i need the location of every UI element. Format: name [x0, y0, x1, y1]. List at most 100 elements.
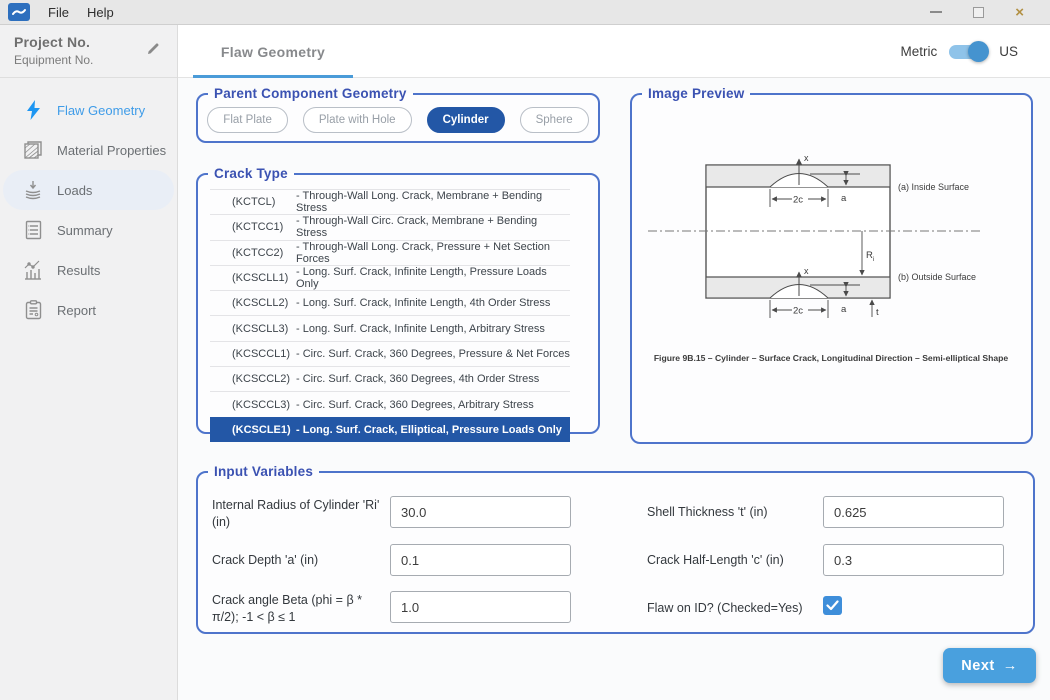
- crack-code: (KCSCCL1): [232, 348, 296, 360]
- sidebar: Project No. Equipment No. Flaw Geometry …: [0, 25, 178, 700]
- app-icon: [8, 3, 30, 21]
- input-variables-legend: Input Variables: [208, 464, 319, 479]
- sidebar-item-material-properties[interactable]: Material Properties: [3, 130, 174, 170]
- crack-desc: - Long. Surf. Crack, Infinite Length, Ar…: [296, 323, 545, 335]
- header: Flaw Geometry Metric US: [178, 25, 1050, 78]
- crack-type-row[interactable]: (KCSCLL1) - Long. Surf. Crack, Infinite …: [210, 265, 570, 290]
- menu-file[interactable]: File: [48, 5, 69, 20]
- menu-help[interactable]: Help: [87, 5, 114, 20]
- crack-code: (KCSCCL3): [232, 399, 296, 411]
- geometry-option-plate-with-hole[interactable]: Plate with Hole: [303, 107, 412, 133]
- crack-desc: - Through-Wall Circ. Crack, Membrane + B…: [296, 215, 570, 239]
- internal-radius-label: Internal Radius of Cylinder 'Ri' (in): [212, 497, 384, 531]
- crack-code: (KCSCLL1): [232, 272, 296, 284]
- crack-figure: x a 2c (a) Inside Surface R i (b) Outsid…: [632, 101, 1031, 441]
- parent-geometry-group: Parent Component Geometry Flat Plate Pla…: [196, 86, 600, 143]
- geometry-option-flat-plate[interactable]: Flat Plate: [207, 107, 288, 133]
- geometry-option-sphere[interactable]: Sphere: [520, 107, 589, 133]
- edit-pencil-icon[interactable]: [145, 41, 161, 62]
- crack-type-row[interactable]: (KCTCL) - Through-Wall Long. Crack, Memb…: [210, 189, 570, 214]
- crack-type-row[interactable]: (KCSCLL2) - Long. Surf. Crack, Infinite …: [210, 290, 570, 315]
- sidebar-item-label: Material Properties: [57, 143, 166, 158]
- equipment-number-label: Equipment No.: [14, 53, 165, 67]
- svg-text:(a) Inside Surface: (a) Inside Surface: [898, 182, 969, 192]
- metric-label: Metric: [900, 44, 937, 59]
- toggle-knob[interactable]: [968, 41, 989, 62]
- svg-text:Figure 9B.15 – Cylinder – Surf: Figure 9B.15 – Cylinder – Surface Crack,…: [654, 353, 1009, 363]
- sidebar-item-label: Report: [57, 303, 96, 318]
- crack-code: (KCSCCL2): [232, 373, 296, 385]
- results-icon: [22, 260, 44, 280]
- svg-text:x: x: [804, 153, 809, 163]
- crack-type-legend: Crack Type: [208, 166, 294, 181]
- image-preview-group: Image Preview x: [630, 86, 1033, 444]
- crack-code: (KCSCLL3): [232, 323, 296, 335]
- sidebar-item-report[interactable]: Report: [3, 290, 174, 330]
- crack-code: (KCTCC2): [232, 247, 296, 259]
- crack-depth-input[interactable]: [390, 544, 571, 576]
- tab-flaw-geometry[interactable]: Flaw Geometry: [193, 25, 353, 78]
- project-number-label: Project No.: [14, 34, 165, 50]
- sidebar-item-flaw-geometry[interactable]: Flaw Geometry: [3, 90, 174, 130]
- close-button[interactable]: ×: [1015, 5, 1024, 20]
- svg-text:a: a: [841, 304, 847, 315]
- crack-type-row[interactable]: (KCSCLL3) - Long. Surf. Crack, Infinite …: [210, 315, 570, 340]
- crack-desc: - Circ. Surf. Crack, 360 Degrees, Arbitr…: [296, 399, 534, 411]
- svg-text:x: x: [804, 266, 809, 276]
- crack-desc: - Circ. Surf. Crack, 360 Degrees, 4th Or…: [296, 373, 539, 385]
- crack-desc: - Through-Wall Long. Crack, Membrane + B…: [296, 190, 570, 214]
- svg-text:(b) Outside Surface: (b) Outside Surface: [898, 272, 976, 282]
- sidebar-item-summary[interactable]: Summary: [3, 210, 174, 250]
- next-button-label: Next: [961, 658, 994, 674]
- project-header: Project No. Equipment No.: [0, 25, 177, 78]
- crack-code: (KCSCLE1): [232, 424, 296, 436]
- crack-type-row[interactable]: (KCSCCL2) - Circ. Surf. Crack, 360 Degre…: [210, 366, 570, 391]
- next-button[interactable]: Next →: [943, 648, 1036, 683]
- image-preview-legend: Image Preview: [642, 86, 750, 101]
- main-content: Parent Component Geometry Flat Plate Pla…: [178, 78, 1050, 700]
- internal-radius-input[interactable]: [390, 496, 571, 528]
- checkbox-check-icon: [826, 600, 839, 611]
- crack-half-length-label: Crack Half-Length 'c' (in): [647, 552, 819, 569]
- sidebar-item-label: Summary: [57, 223, 113, 238]
- crack-half-length-input[interactable]: [823, 544, 1004, 576]
- maximize-button[interactable]: [973, 7, 984, 18]
- sidebar-nav: Flaw Geometry Material Properties Loads: [0, 78, 177, 330]
- sidebar-item-results[interactable]: Results: [3, 250, 174, 290]
- svg-text:a: a: [841, 193, 847, 204]
- report-icon: [22, 300, 44, 320]
- crack-desc: - Long. Surf. Crack, Elliptical, Pressur…: [296, 424, 562, 436]
- crack-code: (KCSCLL2): [232, 297, 296, 309]
- sidebar-item-loads[interactable]: Loads: [3, 170, 174, 210]
- flaw-on-id-label: Flaw on ID? (Checked=Yes): [647, 600, 819, 617]
- summary-icon: [22, 220, 44, 240]
- crack-angle-beta-label: Crack angle Beta (phi = β * π/2); -1 < β…: [212, 592, 390, 626]
- crack-type-row[interactable]: (KCTCC1) - Through-Wall Circ. Crack, Mem…: [210, 214, 570, 239]
- crack-desc: - Circ. Surf. Crack, 360 Degrees, Pressu…: [296, 348, 570, 360]
- svg-text:R: R: [866, 250, 873, 261]
- crack-angle-beta-input[interactable]: [390, 591, 571, 623]
- crack-desc: - Long. Surf. Crack, Infinite Length, 4t…: [296, 297, 550, 309]
- crack-desc: - Through-Wall Long. Crack, Pressure + N…: [296, 241, 570, 265]
- svg-text:2c: 2c: [793, 195, 803, 206]
- flaw-on-id-checkbox[interactable]: [823, 596, 842, 615]
- crack-type-row[interactable]: (KCSCCL3) - Circ. Surf. Crack, 360 Degre…: [210, 391, 570, 416]
- sidebar-item-label: Results: [57, 263, 100, 278]
- crack-desc: - Long. Surf. Crack, Infinite Length, Pr…: [296, 266, 570, 290]
- units-toggle[interactable]: [949, 45, 987, 59]
- crack-type-row-selected[interactable]: (KCSCLE1) - Long. Surf. Crack, Elliptica…: [210, 417, 570, 442]
- sidebar-item-label: Loads: [57, 183, 92, 198]
- crack-depth-label: Crack Depth 'a' (in): [212, 552, 384, 569]
- crack-code: (KCTCC1): [232, 221, 296, 233]
- crack-type-row[interactable]: (KCSCCL1) - Circ. Surf. Crack, 360 Degre…: [210, 341, 570, 366]
- loads-icon: [22, 180, 44, 200]
- material-icon: [22, 140, 44, 160]
- arrow-right-icon: →: [1003, 658, 1018, 674]
- minimize-button[interactable]: [930, 11, 942, 13]
- shell-thickness-label: Shell Thickness 't' (in): [647, 504, 819, 521]
- parent-geometry-legend: Parent Component Geometry: [208, 86, 413, 101]
- shell-thickness-input[interactable]: [823, 496, 1004, 528]
- lightning-icon: [22, 100, 44, 120]
- crack-type-row[interactable]: (KCTCC2) - Through-Wall Long. Crack, Pre…: [210, 240, 570, 265]
- geometry-option-cylinder[interactable]: Cylinder: [427, 107, 505, 133]
